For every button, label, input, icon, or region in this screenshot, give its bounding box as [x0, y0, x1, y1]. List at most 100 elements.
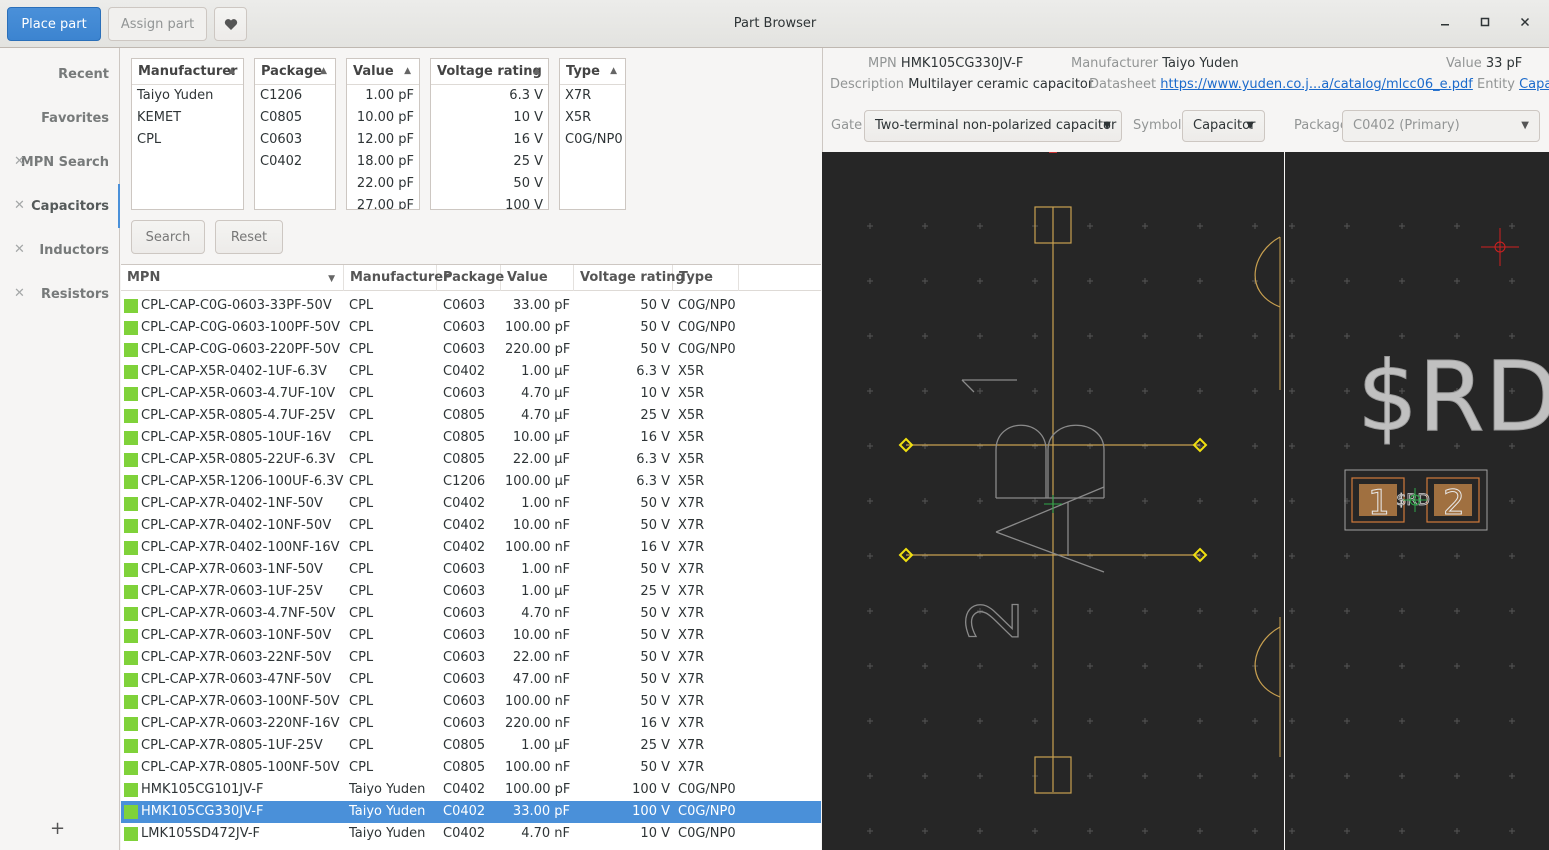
close-tab-icon[interactable]: ✕: [14, 198, 25, 213]
table-cell: C0603: [443, 584, 486, 599]
table-row[interactable]: LMK105SD472JV-F Taiyo Yuden C0402 4.70 nF 10…: [121, 823, 821, 845]
table-row[interactable]: CPL-CAP-X5R-0805-4.7UF-25V CPL C0805 4.70 µ…: [121, 405, 821, 427]
sidebar-item-resistors[interactable]: ✕ Resistors: [0, 272, 120, 316]
package-filter[interactable]: Package ▲ C1206 C0805 C0603 C0402: [254, 58, 336, 210]
symbol-select[interactable]: Capacitor ▼: [1182, 110, 1265, 142]
filter-list-item[interactable]: CPL: [132, 129, 243, 151]
value-filter[interactable]: Value ▲ 1.00 pF 10.00 pF 12.00 pF 18.00 pF 22…: [346, 58, 420, 210]
table-row[interactable]: CPL-CAP-X5R-0805-22UF-6.3V CPL C0805 22.00 …: [121, 449, 821, 471]
table-row[interactable]: CPL-CAP-X7R-0603-22NF-50V CPL C0603 22.00 n…: [121, 647, 821, 669]
place-part-button[interactable]: Place part: [7, 7, 101, 41]
datasheet-link[interactable]: https://www.yuden.co.j...a/catalog/mlcc0…: [1160, 77, 1473, 92]
search-button[interactable]: Search: [131, 220, 205, 254]
table-cell: 50 V: [640, 320, 670, 335]
filter-list-item[interactable]: 16 V: [431, 129, 548, 151]
manufacturer-filter[interactable]: Manufacturer ▲ Taiyo Yuden KEMET CPL: [131, 58, 244, 210]
package-select[interactable]: C0402 (Primary) ▼: [1342, 110, 1540, 142]
table-row[interactable]: CPL-CAP-X7R-0603-220NF-16V CPL C0603 220.00…: [121, 713, 821, 735]
column-header-value[interactable]: Value: [501, 265, 574, 291]
assign-part-button[interactable]: Assign part: [108, 7, 207, 41]
table-row[interactable]: CPL-CAP-X7R-0603-47NF-50V CPL C0603 47.00 n…: [121, 669, 821, 691]
manufacturer-filter-header[interactable]: Manufacturer ▲: [132, 59, 243, 85]
filter-list-item[interactable]: 22.00 pF: [347, 173, 419, 195]
filter-list-item[interactable]: C0603: [255, 129, 335, 151]
value-filter-header[interactable]: Value ▲: [347, 59, 419, 85]
symbol-preview-canvas[interactable]: 2: [822, 152, 1284, 850]
filter-list-item[interactable]: C1206: [255, 85, 335, 107]
sidebar-item-mpn-search[interactable]: ✕ MPN Search: [0, 140, 120, 184]
column-header-type[interactable]: Type: [673, 265, 739, 291]
close-tab-icon[interactable]: ✕: [14, 286, 25, 301]
table-row[interactable]: CPL-CAP-X7R-0402-100NF-16V CPL C0402 100.00…: [121, 537, 821, 559]
filter-list-item[interactable]: 100 V: [431, 195, 548, 209]
filter-list-item[interactable]: 10 V: [431, 107, 548, 129]
column-header-mpn[interactable]: MPN ▼: [121, 265, 344, 291]
table-row[interactable]: HMK105CG330JV-F Taiyo Yuden C0402 33.00 pF 1…: [121, 801, 821, 823]
value-value: 33 pF: [1485, 56, 1523, 71]
filter-list-item[interactable]: 12.00 pF: [347, 129, 419, 151]
table-row[interactable]: CPL-CAP-X7R-0402-1NF-50V CPL C0402 1.00 nF 5…: [121, 493, 821, 515]
table-row[interactable]: CPL-CAP-X5R-0402-1UF-6.3V CPL C0402 1.00 µF…: [121, 361, 821, 383]
entity-label: Entity: [1476, 77, 1515, 92]
filter-list-item[interactable]: 1.00 pF: [347, 85, 419, 107]
filter-list-item[interactable]: 18.00 pF: [347, 151, 419, 173]
sidebar-item-inductors[interactable]: ✕ Inductors: [0, 228, 120, 272]
table-row[interactable]: HMK105CG101JV-F Taiyo Yuden C0402 100.00 pF…: [121, 779, 821, 801]
table-cell: 16 V: [640, 430, 670, 445]
table-row[interactable]: CPL-CAP-C0G-0603-100PF-50V CPL C0603 100.00…: [121, 317, 821, 339]
filter-list-item[interactable]: 50 V: [431, 173, 548, 195]
type-filter[interactable]: Type ▲ X7R X5R C0G/NP0: [559, 58, 626, 210]
reset-button[interactable]: Reset: [215, 220, 283, 254]
filter-list-item[interactable]: Taiyo Yuden: [132, 85, 243, 107]
table-cell: CPL-CAP-C0G-0603-220PF-50V: [141, 342, 340, 357]
filter-list-item[interactable]: C0805: [255, 107, 335, 129]
table-cell: CPL-CAP-X5R-0805-22UF-6.3V: [141, 452, 336, 467]
column-header-voltage[interactable]: Voltage rating: [574, 265, 685, 291]
table-cell: C0G/NP0: [678, 320, 736, 335]
filter-list-item[interactable]: C0402: [255, 151, 335, 173]
add-tab-icon[interactable]: +: [50, 818, 65, 839]
sidebar-item-capacitors[interactable]: ✕ Capacitors: [0, 184, 120, 228]
gate-select[interactable]: Two-terminal non-polarized capacitor ▼: [864, 110, 1122, 142]
minimize-icon[interactable]: [1435, 14, 1455, 34]
sidebar-item-recent[interactable]: Recent: [0, 52, 120, 96]
table-row[interactable]: CPL-CAP-X7R-0603-4.7NF-50V CPL C0603 4.70 n…: [121, 603, 821, 625]
voltage-filter-header[interactable]: Voltage rating ▲: [431, 59, 548, 85]
filter-list-item[interactable]: X7R: [560, 85, 625, 107]
table-row[interactable]: CPL-CAP-X7R-0603-10NF-50V CPL C0603 10.00 n…: [121, 625, 821, 647]
sidebar-item-favorites[interactable]: Favorites: [0, 96, 120, 140]
maximize-icon[interactable]: [1475, 14, 1495, 34]
filter-list-item[interactable]: 6.3 V: [431, 85, 548, 107]
filter-list-item[interactable]: X5R: [560, 107, 625, 129]
close-icon[interactable]: [1515, 14, 1535, 34]
column-header-package[interactable]: Package: [437, 265, 504, 291]
table-row[interactable]: CPL-CAP-X5R-0805-10UF-16V CPL C0805 10.00 µ…: [121, 427, 821, 449]
footprint-preview-canvas[interactable]: $RD 1 2 $RD: [1285, 152, 1549, 850]
table-row[interactable]: CPL-CAP-X7R-0805-1UF-25V CPL C0805 1.00 µF 2…: [121, 735, 821, 757]
filter-list-item[interactable]: 10.00 pF: [347, 107, 419, 129]
filter-list-item[interactable]: C0G/NP0: [560, 129, 625, 151]
voltage-filter[interactable]: Voltage rating ▲ 6.3 V 10 V 16 V 25 V 50 V 100…: [430, 58, 549, 210]
filter-list-item[interactable]: 27.00 pF: [347, 195, 419, 209]
filter-list: 6.3 V 10 V 16 V 25 V 50 V 100 V: [431, 85, 548, 209]
type-filter-header[interactable]: Type ▲: [560, 59, 625, 85]
table-cell: CPL: [349, 606, 374, 621]
column-header-manufacturer[interactable]: Manufacturer: [344, 265, 449, 291]
close-tab-icon[interactable]: ✕: [14, 154, 25, 169]
table-row[interactable]: CPL-CAP-X5R-0603-4.7UF-10V CPL C0603 4.70 µ…: [121, 383, 821, 405]
filter-list-item[interactable]: 25 V: [431, 151, 548, 173]
table-row[interactable]: CPL-CAP-C0G-0603-33PF-50V CPL C0603 33.00 p…: [121, 295, 821, 317]
table-row[interactable]: CPL-CAP-X7R-0603-100NF-50V CPL C0603 100.00…: [121, 691, 821, 713]
table-row[interactable]: CPL-CAP-X7R-0805-100NF-50V CPL C0805 100.00…: [121, 757, 821, 779]
table-row[interactable]: CPL-CAP-X7R-0402-10NF-50V CPL C0402 10.00 n…: [121, 515, 821, 537]
table-row[interactable]: CPL-CAP-X5R-1206-100UF-6.3V CPL C1206 100.0…: [121, 471, 821, 493]
table-row[interactable]: CPL-CAP-C0G-0603-220PF-50V CPL C0603 220.00…: [121, 339, 821, 361]
entity-link[interactable]: Capacitor: [1519, 77, 1549, 92]
table-row[interactable]: CPL-CAP-X7R-0603-1UF-25V CPL C0603 1.00 µF 2…: [121, 581, 821, 603]
close-tab-icon[interactable]: ✕: [14, 242, 25, 257]
favorite-button[interactable]: [214, 7, 247, 41]
package-filter-header[interactable]: Package ▲: [255, 59, 335, 85]
gate-select-value: Two-terminal non-polarized capacitor: [875, 118, 1117, 133]
table-row[interactable]: CPL-CAP-X7R-0603-1NF-50V CPL C0603 1.00 nF 5…: [121, 559, 821, 581]
filter-list-item[interactable]: KEMET: [132, 107, 243, 129]
